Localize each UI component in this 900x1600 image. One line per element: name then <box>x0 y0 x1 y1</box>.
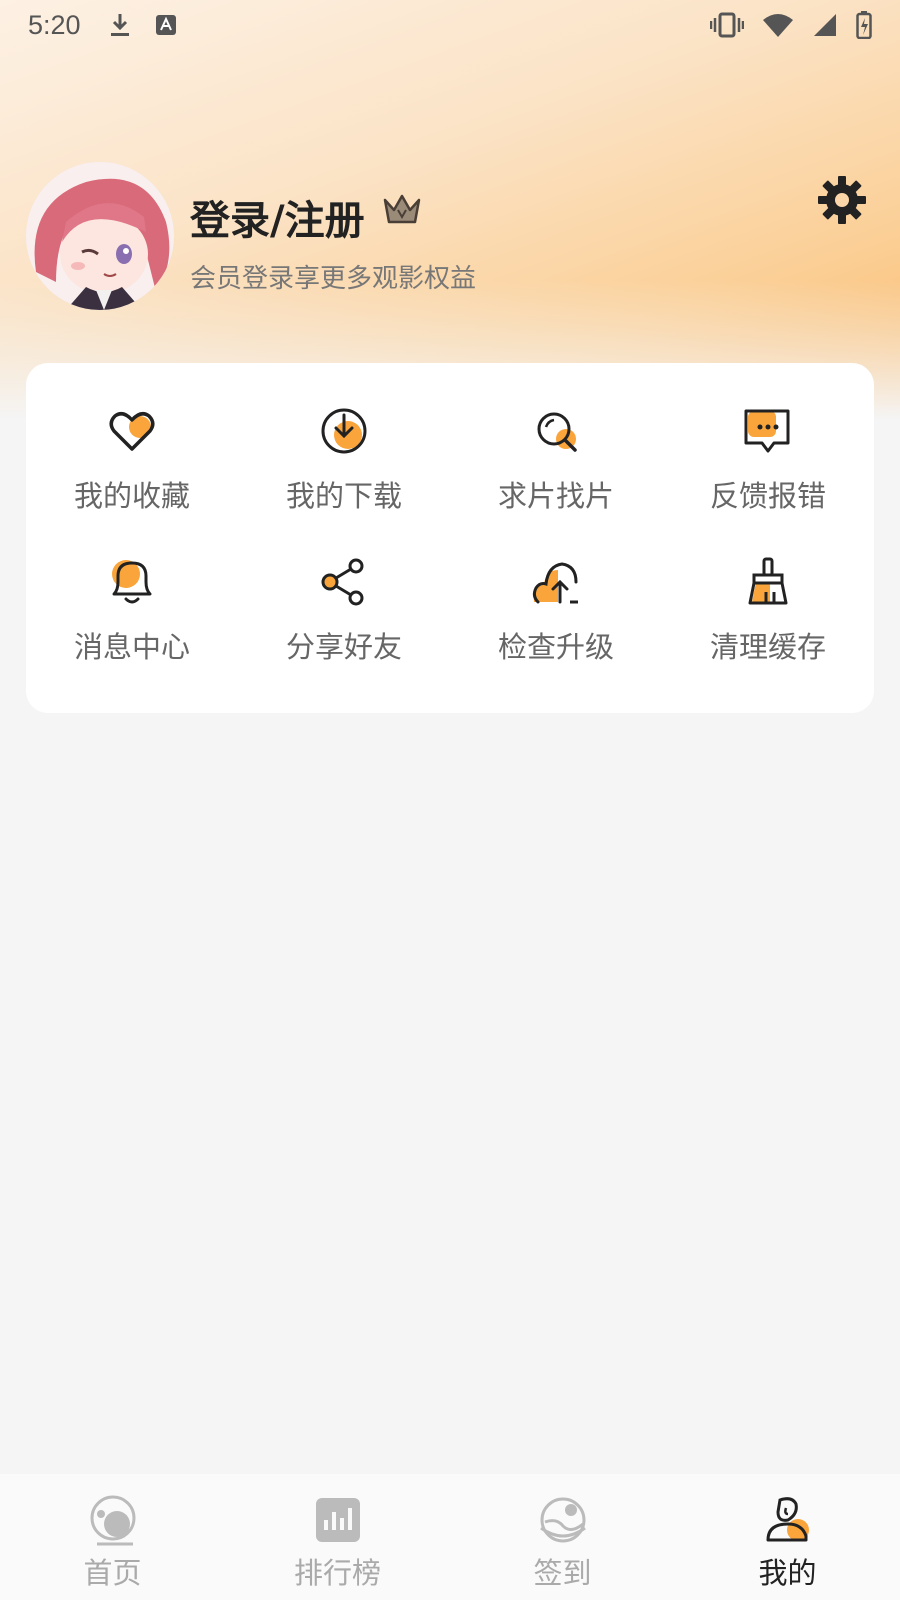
checkin-icon <box>539 1497 586 1543</box>
upgrade-icon <box>532 562 578 604</box>
status-bar: 5:20 <box>0 0 900 50</box>
menu-item-label: 清理缓存 <box>709 630 826 664</box>
nav-mine[interactable]: 我的 <box>675 1474 900 1600</box>
nav-label: 我的 <box>758 1556 817 1590</box>
menu-item-label: 分享好友 <box>285 630 402 664</box>
menu-item-check-update[interactable]: 检查升级 <box>450 542 662 693</box>
menu-item-favorites[interactable]: 我的收藏 <box>26 391 238 542</box>
signal-icon <box>814 14 836 36</box>
nav-ranking[interactable]: 排行榜 <box>225 1474 450 1600</box>
menu-item-downloads[interactable]: 我的下载 <box>238 391 450 542</box>
bottom-nav: 首页 排行榜 签到 我的 <box>0 1474 900 1600</box>
nav-home[interactable]: 首页 <box>0 1474 225 1600</box>
wifi-icon <box>763 14 793 37</box>
download-icon <box>321 408 367 454</box>
menu-item-label: 求片找片 <box>497 479 614 513</box>
avatar-image <box>26 162 174 310</box>
status-time: 5:20 <box>28 9 81 40</box>
chart-icon <box>315 1498 360 1542</box>
feature-menu-card: 我的收藏 我的下载 求片找片 反馈报错 消息中心 分享好友 检查升级 清理缓存 <box>26 363 874 713</box>
menu-item-messages[interactable]: 消息中心 <box>26 542 238 693</box>
menu-item-share[interactable]: 分享好友 <box>238 542 450 693</box>
share-icon <box>321 558 364 606</box>
menu-item-label: 消息中心 <box>73 630 190 664</box>
battery-icon <box>856 11 872 39</box>
menu-item-request-movie[interactable]: 求片找片 <box>450 391 662 542</box>
vip-crown-icon <box>383 194 421 224</box>
home-icon <box>90 1495 135 1546</box>
gear-icon[interactable] <box>816 174 868 226</box>
feedback-icon <box>744 409 790 453</box>
download-status-icon <box>110 14 129 36</box>
search-icon <box>537 412 577 452</box>
login-register-link[interactable]: 登录/注册 <box>190 188 365 246</box>
menu-item-clear-cache[interactable]: 清理缓存 <box>662 542 874 693</box>
avatar[interactable] <box>26 162 174 310</box>
menu-item-feedback[interactable]: 反馈报错 <box>662 391 874 542</box>
vibrate-icon <box>710 12 744 38</box>
nav-label: 签到 <box>533 1556 592 1590</box>
menu-item-label: 我的下载 <box>285 479 402 513</box>
bell-icon <box>112 560 152 604</box>
keyboard-status-icon <box>155 15 176 35</box>
menu-item-label: 检查升级 <box>497 630 614 664</box>
profile-icon <box>766 1497 809 1542</box>
nav-label: 首页 <box>83 1556 142 1590</box>
profile-header: 登录/注册 会员登录享更多观影权益 <box>26 162 874 312</box>
nav-label: 排行榜 <box>293 1556 381 1590</box>
menu-item-label: 反馈报错 <box>709 479 826 513</box>
login-subtitle: 会员登录享更多观影权益 <box>190 264 477 294</box>
nav-checkin[interactable]: 签到 <box>450 1474 675 1600</box>
brush-icon <box>748 557 788 605</box>
menu-item-label: 我的收藏 <box>73 479 190 513</box>
heart-icon <box>109 412 155 451</box>
